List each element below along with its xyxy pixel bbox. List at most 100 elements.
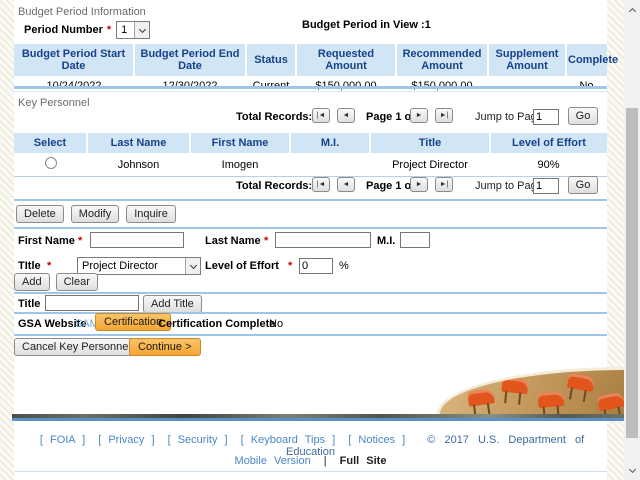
scroll-up-button[interactable] <box>624 3 640 17</box>
divider <box>14 334 607 336</box>
modify-button[interactable]: Modify <box>70 205 120 223</box>
certification-complete-value: No <box>269 318 284 330</box>
level-of-effort-input[interactable] <box>299 258 333 274</box>
col-level-of-effort: Level of Effort <box>490 133 607 153</box>
pager-first-button[interactable]: |◄ <box>312 177 330 192</box>
required-asterisk: * <box>106 24 112 36</box>
footer-link-foia[interactable]: FOIA <box>50 434 75 446</box>
scroll-down-button[interactable] <box>624 463 640 477</box>
footer-link-notices[interactable]: Notices <box>358 434 395 446</box>
title-label: TItle <box>18 260 41 272</box>
full-site-link[interactable]: Full Site <box>340 455 387 467</box>
key-personnel-table: Select Last Name First Name M.I. Title L… <box>14 133 607 177</box>
cell-last-name: Johnson <box>87 153 190 177</box>
kp-table-header-row: Select Last Name First Name M.I. Title L… <box>14 133 607 153</box>
chair-shape <box>566 372 596 400</box>
col-end-date: Budget Period End Date <box>134 44 247 76</box>
required-asterisk: * <box>78 235 83 247</box>
chevron-down-icon <box>134 22 150 38</box>
col-status: Status <box>246 44 297 76</box>
col-title: Title <box>370 133 491 153</box>
pager-last-button[interactable]: ►| <box>435 108 453 123</box>
budget-table-header-row: Budget Period Start Date Budget Period E… <box>14 44 618 76</box>
col-supplement: Supplement Amount <box>488 44 567 76</box>
cell-title: Project Director <box>370 153 490 177</box>
period-number-value: 1 <box>121 24 128 36</box>
vertical-scrollbar[interactable] <box>624 0 640 480</box>
bracket: ] <box>151 434 155 446</box>
divider <box>14 292 607 294</box>
period-number-select[interactable]: 1 <box>116 21 151 39</box>
scroll-thumb[interactable] <box>626 108 638 438</box>
select-radio[interactable] <box>44 157 57 169</box>
continue-button[interactable]: Continue > <box>129 338 201 356</box>
col-mi: M.I. <box>290 133 371 153</box>
col-requested: Requested Amount <box>296 44 397 76</box>
divider <box>14 86 607 89</box>
inquire-button[interactable]: Inquire <box>126 205 176 223</box>
col-first-name: First Name <box>190 133 291 153</box>
bracket: ] <box>82 434 86 446</box>
pager-first-button[interactable]: |◄ <box>312 108 330 123</box>
footer-link-privacy[interactable]: Privacy <box>108 434 144 446</box>
cell-mi <box>290 153 370 177</box>
pager-last-button[interactable]: ►| <box>435 177 453 192</box>
bracket: [ <box>348 434 352 446</box>
pager-top: Total Records: 1 |◄ ◄ Page 1 of 1 ► ►| J… <box>14 107 607 129</box>
cancel-key-personnel-button[interactable]: Cancel Key Personnel <box>14 338 139 356</box>
first-name-label: First Name <box>18 235 75 247</box>
pager-next-button[interactable]: ► <box>410 177 428 192</box>
chair-shape <box>596 391 625 414</box>
bracket: [ <box>39 434 43 446</box>
pager-next-button[interactable]: ► <box>410 108 428 123</box>
go-button[interactable]: Go <box>568 107 598 125</box>
mobile-version-link[interactable]: Mobile Version <box>235 455 311 467</box>
col-recommended: Recommended Amount <box>396 44 489 76</box>
total-records-label: Total Records: 1 <box>236 111 322 123</box>
mi-label: M.I. <box>377 235 396 247</box>
title-select-value: Project Director <box>82 260 158 272</box>
col-select: Select <box>14 133 88 153</box>
jump-to-page-input[interactable] <box>533 178 559 194</box>
footer-divider-pipe: | <box>323 455 327 467</box>
last-name-label: Last Name <box>205 235 261 247</box>
budget-period-section-title: Budget Period Information <box>18 6 146 18</box>
divider <box>14 91 607 92</box>
total-records-label: Total Records: 1 <box>236 180 322 192</box>
divider <box>14 471 607 472</box>
add-button[interactable]: Add <box>14 273 50 291</box>
delete-button[interactable]: Delete <box>16 205 64 223</box>
cell-first-name: Imogen <box>190 153 290 177</box>
bracket: ] <box>332 434 336 446</box>
last-name-input[interactable] <box>275 232 371 248</box>
required-asterisk: * <box>264 235 269 247</box>
cell-select <box>14 153 87 177</box>
col-start-date: Budget Period Start Date <box>14 44 135 76</box>
required-asterisk: * <box>288 260 293 272</box>
footer-divider-bar <box>12 414 625 421</box>
budget-period-in-view-label: Budget Period in View :1 <box>302 19 431 31</box>
table-row: Johnson Imogen Project Director 90% <box>14 153 607 177</box>
mi-input[interactable] <box>400 232 430 248</box>
jump-to-page-input[interactable] <box>533 109 559 125</box>
level-of-effort-label: Level of Effort <box>205 260 279 272</box>
footer-link-security[interactable]: Security <box>178 434 218 446</box>
pager-prev-button[interactable]: ◄ <box>337 108 355 123</box>
go-button[interactable]: Go <box>568 176 598 194</box>
add-title-input[interactable] <box>45 295 139 311</box>
bracket: ] <box>224 434 228 446</box>
footer-site-row: Mobile Version | Full Site <box>14 455 607 467</box>
period-number-label: Period Number <box>24 24 103 36</box>
footer-link-keyboard-tips[interactable]: Keyboard Tips <box>251 434 325 446</box>
pager-prev-button[interactable]: ◄ <box>337 177 355 192</box>
clear-button[interactable]: Clear <box>55 273 98 291</box>
percent-suffix: % <box>339 260 349 272</box>
bracket: ] <box>402 434 406 446</box>
first-name-input[interactable] <box>90 232 184 248</box>
divider <box>14 199 607 201</box>
col-last-name: Last Name <box>87 133 191 153</box>
required-asterisk: * <box>47 260 52 272</box>
certification-complete-label: Certification Complete <box>158 318 276 330</box>
add-title-button[interactable]: Add Title <box>143 295 202 313</box>
bracket: [ <box>240 434 244 446</box>
